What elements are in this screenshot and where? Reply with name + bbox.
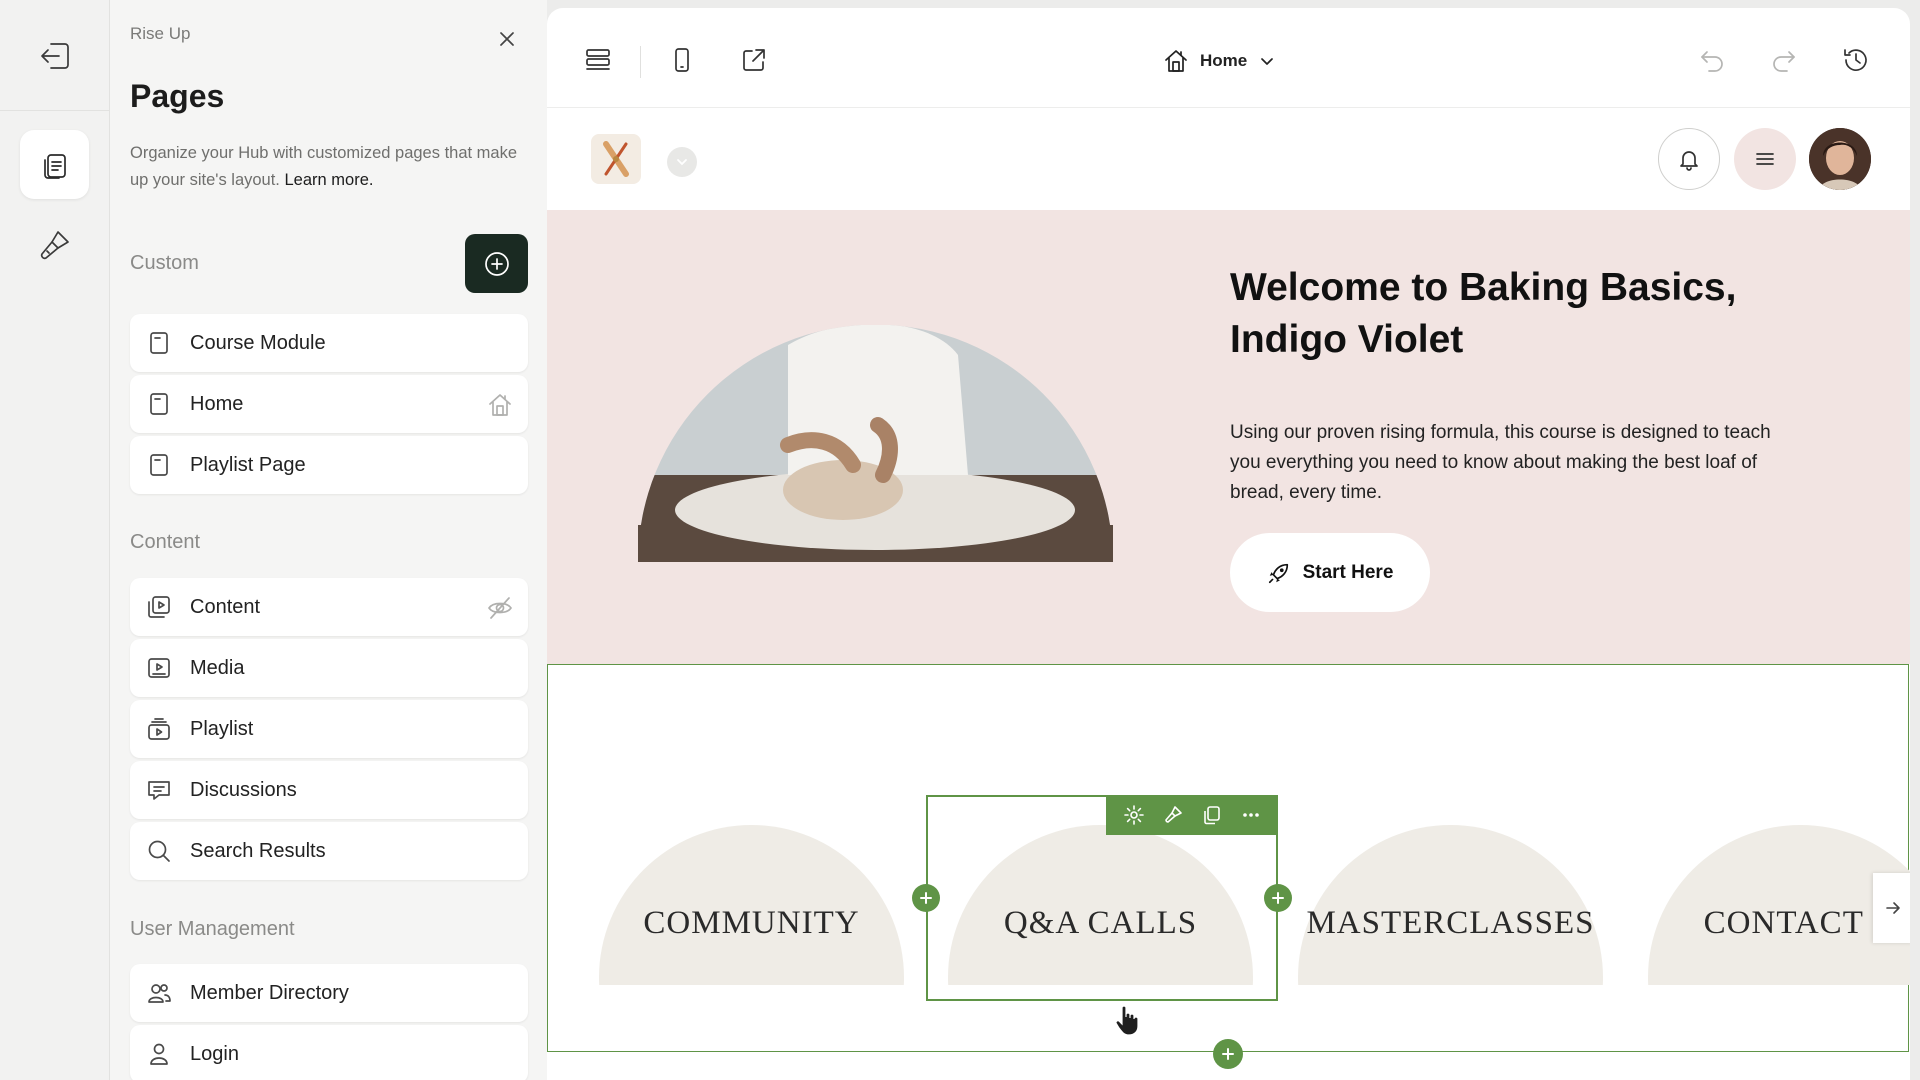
editor-toolbar: Home bbox=[547, 8, 1910, 108]
rocket-icon bbox=[1268, 563, 1288, 583]
playlist-icon bbox=[146, 716, 172, 742]
content-icon bbox=[146, 594, 172, 620]
page-item-media[interactable]: Media bbox=[130, 639, 528, 697]
discussions-icon bbox=[146, 777, 172, 803]
page-item-label: Search Results bbox=[190, 839, 326, 862]
rolling-pin-logo-icon bbox=[603, 141, 629, 177]
toolbar-divider bbox=[640, 46, 641, 78]
page-item-playlist-page[interactable]: Playlist Page bbox=[130, 436, 528, 494]
category-label: MASTERCLASSES bbox=[1306, 905, 1595, 941]
search-icon bbox=[146, 838, 172, 864]
redo-icon[interactable] bbox=[1769, 45, 1799, 75]
section-content: Content bbox=[130, 531, 201, 553]
media-icon bbox=[146, 655, 172, 681]
members-icon bbox=[146, 980, 172, 1006]
chevron-down-icon bbox=[1261, 58, 1274, 65]
page-item-label: Playlist Page bbox=[190, 453, 306, 476]
left-rail bbox=[0, 0, 110, 1080]
history-icon[interactable] bbox=[1841, 45, 1871, 75]
rail-divider bbox=[0, 110, 110, 111]
page-icon bbox=[146, 391, 172, 417]
start-here-button[interactable]: Start Here bbox=[1230, 533, 1430, 612]
layout-sections-icon[interactable] bbox=[583, 45, 613, 75]
notifications-button[interactable] bbox=[1658, 128, 1720, 190]
page-item-label: Course Module bbox=[190, 331, 326, 354]
page-item-label: Home bbox=[190, 392, 244, 415]
start-here-label: Start Here bbox=[1302, 561, 1394, 583]
page-item-label: Member Directory bbox=[190, 981, 349, 1004]
user-icon bbox=[146, 1041, 172, 1067]
pages-panel: Rise Up Pages Organize your Hub with cus… bbox=[110, 0, 547, 1080]
hidden-eye-icon[interactable] bbox=[486, 594, 514, 622]
duplicate-icon[interactable] bbox=[1201, 804, 1223, 826]
settings-gear-icon[interactable] bbox=[1123, 804, 1145, 826]
page-item-playlist[interactable]: Playlist bbox=[130, 700, 528, 758]
undo-icon[interactable] bbox=[1697, 45, 1727, 75]
more-options-icon[interactable] bbox=[1240, 804, 1262, 826]
element-toolbar bbox=[1106, 795, 1278, 835]
add-page-button[interactable] bbox=[465, 234, 528, 293]
category-cards-section[interactable]: COMMUNITY Q&A CALLS MASTERCLASSES CONTAC… bbox=[547, 664, 1910, 1052]
site-logo[interactable] bbox=[591, 134, 641, 184]
hero-description: Using our proven rising formula, this co… bbox=[1230, 422, 1771, 503]
carousel-next-arrow-icon[interactable] bbox=[1873, 873, 1910, 943]
close-icon[interactable] bbox=[495, 27, 519, 51]
add-element-right-icon[interactable] bbox=[1264, 884, 1292, 912]
design-brush-icon[interactable] bbox=[32, 224, 76, 268]
avatar[interactable] bbox=[1809, 128, 1871, 190]
add-section-icon[interactable] bbox=[1213, 1039, 1243, 1069]
pages-tab[interactable] bbox=[20, 130, 89, 199]
category-label: CONTACT U bbox=[1703, 905, 1898, 941]
page-item-label: Discussions bbox=[190, 778, 297, 801]
section-custom: Custom bbox=[130, 252, 199, 274]
category-card-community[interactable]: COMMUNITY bbox=[599, 825, 904, 985]
exit-editor-icon[interactable] bbox=[33, 34, 77, 78]
section-user-management: User Management bbox=[130, 918, 295, 940]
page-item-label: Login bbox=[190, 1042, 239, 1065]
hero-section[interactable]: Welcome to Baking Basics, Indigo Violet … bbox=[547, 210, 1910, 664]
mobile-preview-icon[interactable] bbox=[667, 45, 697, 75]
home-icon bbox=[486, 391, 514, 419]
page-item-home[interactable]: Home bbox=[130, 375, 528, 433]
hand-cursor-icon bbox=[1113, 1003, 1141, 1037]
plus-circle-icon bbox=[484, 251, 509, 276]
bell-icon bbox=[1680, 151, 1698, 171]
learn-more-link[interactable]: Learn more. bbox=[285, 171, 374, 189]
category-card-masterclasses[interactable]: MASTERCLASSES bbox=[1298, 825, 1603, 985]
site-header bbox=[547, 108, 1910, 210]
hamburger-icon bbox=[1756, 153, 1774, 165]
page-item-login[interactable]: Login bbox=[130, 1025, 528, 1080]
panel-description: Organize your Hub with customized pages … bbox=[130, 140, 530, 194]
page-item-discussions[interactable]: Discussions bbox=[130, 761, 528, 819]
category-card-contact[interactable]: CONTACT U bbox=[1648, 825, 1910, 985]
page-icon bbox=[146, 452, 172, 478]
add-element-left-icon[interactable] bbox=[912, 884, 940, 912]
open-external-icon[interactable] bbox=[739, 45, 769, 75]
home-icon bbox=[1165, 50, 1187, 72]
menu-button[interactable] bbox=[1734, 128, 1796, 190]
page-item-content[interactable]: Content bbox=[130, 578, 528, 636]
page-item-label: Content bbox=[190, 595, 261, 618]
page-item-course-module[interactable]: Course Module bbox=[130, 314, 528, 372]
logo-dropdown-icon[interactable] bbox=[667, 147, 697, 177]
page-selector[interactable]: Home bbox=[1162, 43, 1277, 79]
hub-name: Rise Up bbox=[130, 24, 191, 43]
editor-canvas: Home Welcome to Baking Basics, Indigo Vi… bbox=[547, 8, 1910, 1080]
category-label: COMMUNITY bbox=[643, 905, 860, 941]
current-page-label: Home bbox=[1200, 51, 1248, 70]
page-item-member-directory[interactable]: Member Directory bbox=[130, 964, 528, 1022]
pages-icon bbox=[43, 153, 66, 179]
hero-image bbox=[638, 325, 1113, 562]
panel-title: Pages bbox=[130, 78, 225, 114]
hero-title: Welcome to Baking Basics, Indigo Violet bbox=[1230, 266, 1737, 361]
style-brush-icon[interactable] bbox=[1162, 804, 1184, 826]
page-item-search-results[interactable]: Search Results bbox=[130, 822, 528, 880]
user-photo bbox=[1809, 128, 1871, 190]
page-item-label: Playlist bbox=[190, 717, 254, 740]
page-item-label: Media bbox=[190, 656, 245, 679]
page-icon bbox=[146, 330, 172, 356]
